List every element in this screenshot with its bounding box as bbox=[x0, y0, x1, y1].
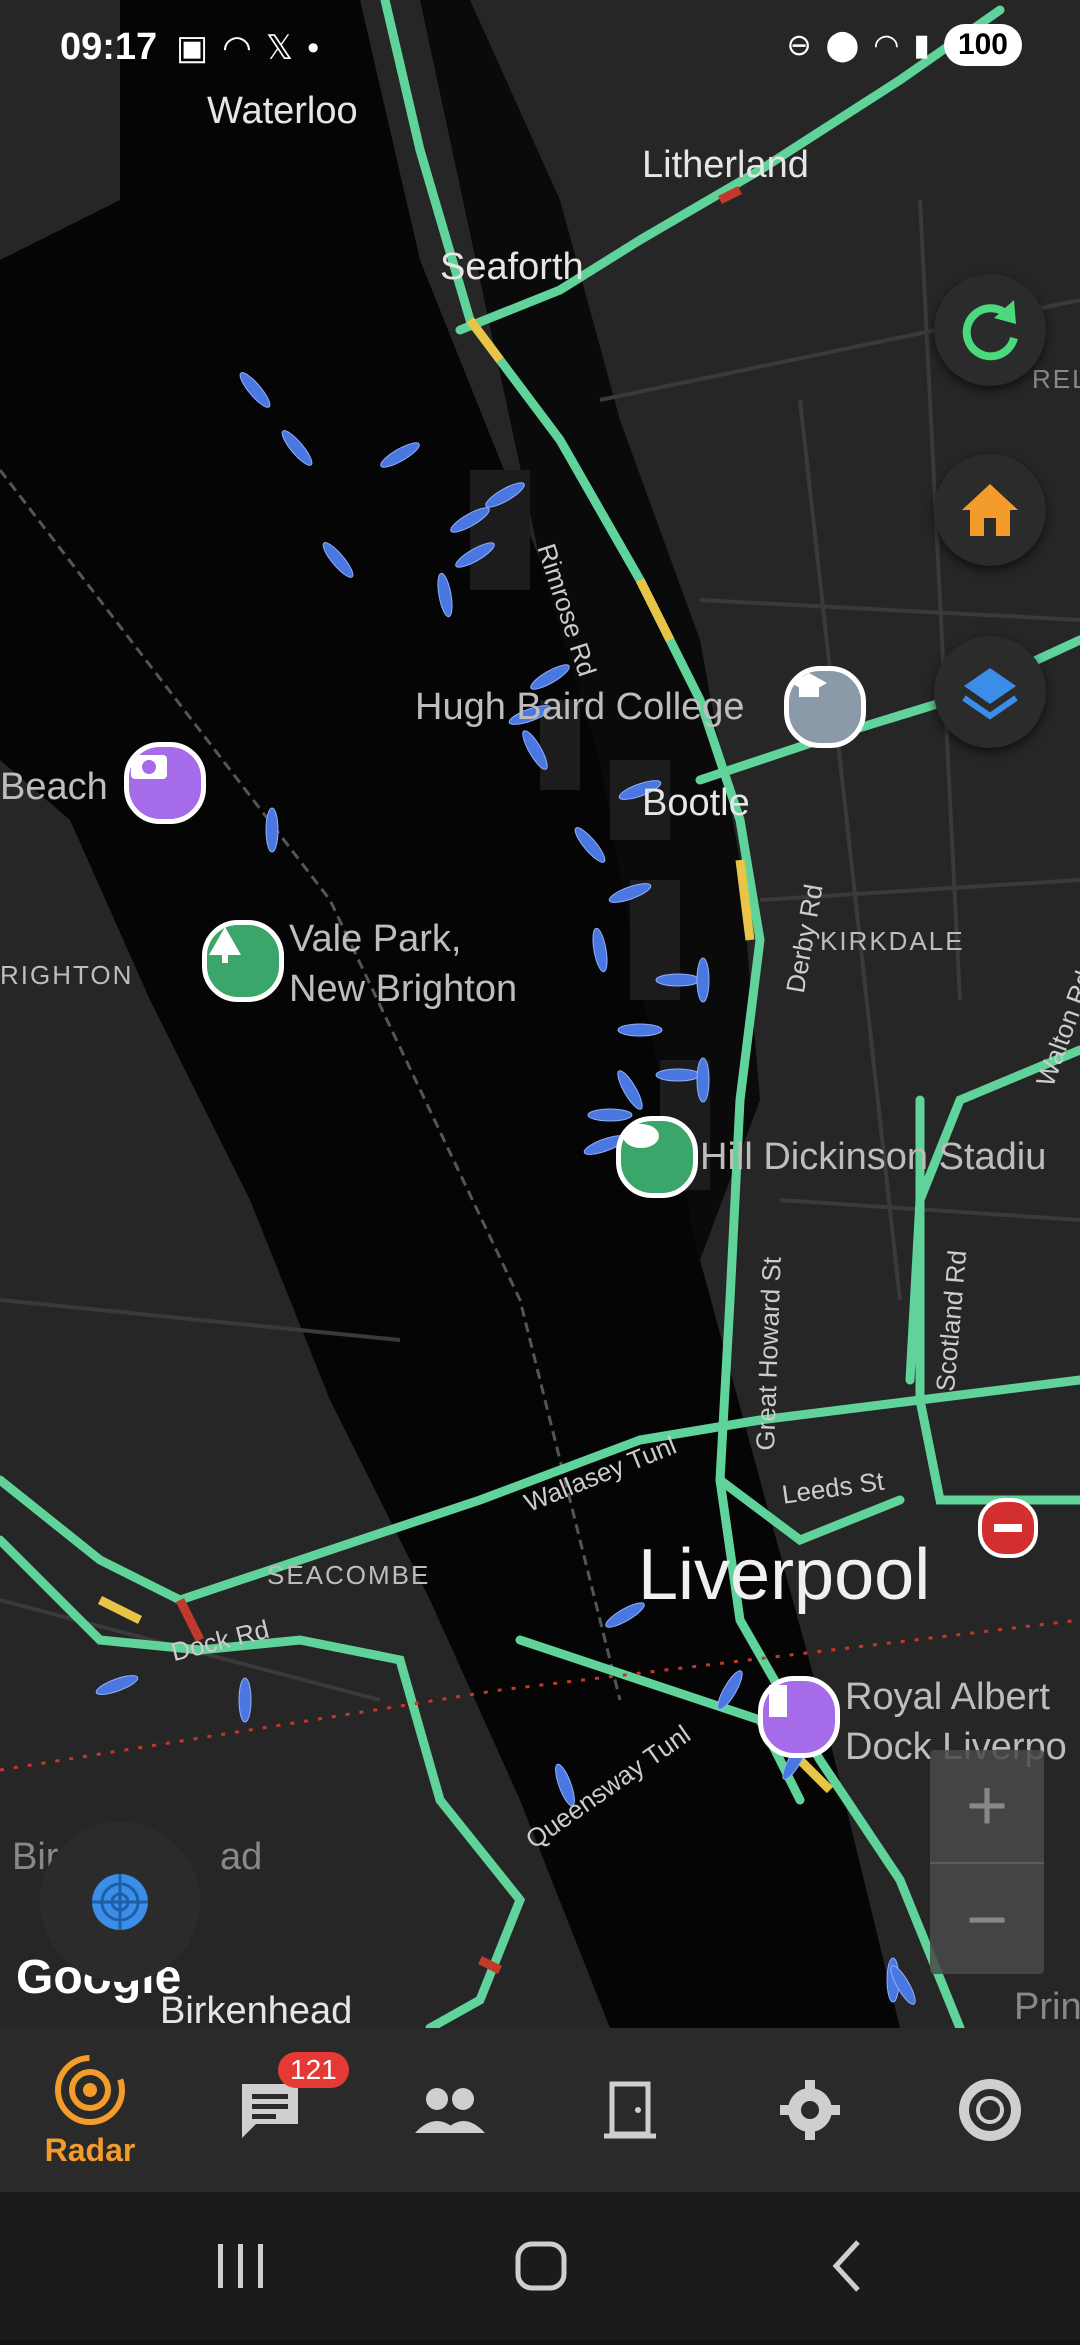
status-system-icons: ⊖ ⬤ ◠ ▮ 100 bbox=[787, 24, 1022, 66]
chat-icon bbox=[242, 2084, 298, 2138]
home-nav-button[interactable] bbox=[515, 2241, 567, 2291]
refresh-icon bbox=[962, 300, 1018, 361]
place-label: Bootle bbox=[642, 782, 750, 824]
place-label: Royal Albert bbox=[845, 1676, 1050, 1718]
place-label: ad bbox=[220, 1836, 263, 1878]
nav-door-tab[interactable] bbox=[540, 2028, 720, 2192]
place-label: Litherland bbox=[642, 144, 809, 186]
x-icon: 𝕏 bbox=[265, 29, 308, 67]
zoom-controls: + − bbox=[930, 1750, 1044, 1974]
camera-poi-icon[interactable] bbox=[124, 742, 206, 824]
nav-radar-tab[interactable]: Radar bbox=[0, 2028, 180, 2192]
bottom-navigation: Radar 121 bbox=[0, 2028, 1080, 2192]
layers-icon bbox=[962, 668, 1018, 720]
home-icon bbox=[962, 484, 1018, 536]
location-icon: ⬤ bbox=[825, 28, 860, 62]
nav-settings-tab[interactable] bbox=[720, 2028, 900, 2192]
screenshot-icon: ▣ bbox=[176, 29, 223, 67]
zoom-out-button[interactable]: − bbox=[930, 1864, 1044, 1976]
place-label: Hill Dickinson Stadiu bbox=[700, 1136, 1047, 1178]
wifi-icon: ◠ bbox=[873, 28, 900, 62]
zoom-in-button[interactable]: + bbox=[930, 1750, 1044, 1864]
refresh-button[interactable] bbox=[934, 274, 1046, 386]
nav-radar-label: Radar bbox=[44, 2131, 136, 2168]
map-view[interactable]: Waterloo Litherland Seaforth Hugh Baird … bbox=[0, 0, 1080, 2028]
place-label: SEACOMBE bbox=[267, 1560, 431, 1590]
gear-icon bbox=[780, 2080, 840, 2140]
dnd-icon: ⊖ bbox=[786, 28, 812, 62]
place-label: New Brighton bbox=[289, 968, 518, 1010]
lifebuoy-icon bbox=[959, 2079, 1021, 2141]
back-button[interactable] bbox=[832, 2240, 860, 2292]
people-icon bbox=[415, 2088, 485, 2133]
nav-people-tab[interactable] bbox=[360, 2028, 540, 2192]
stadium-poi-icon[interactable] bbox=[616, 1116, 698, 1198]
place-label: Seaforth bbox=[440, 246, 584, 288]
place-label: Beach bbox=[0, 766, 108, 808]
status-time: 09:17 bbox=[60, 26, 158, 68]
radar-icon bbox=[92, 1874, 148, 1930]
place-label: Birkenhead bbox=[160, 1990, 353, 2028]
no-entry-icon bbox=[978, 1498, 1038, 1558]
map-canvas bbox=[0, 0, 1080, 2028]
recents-button[interactable] bbox=[218, 2244, 263, 2288]
wifi-icon: ◠ bbox=[222, 29, 266, 67]
battery-indicator: 100 bbox=[943, 24, 1022, 66]
place-label: Vale Park, bbox=[289, 918, 462, 960]
nav-help-tab[interactable] bbox=[900, 2028, 1080, 2192]
radar-icon bbox=[55, 2054, 125, 2125]
dot-icon: • bbox=[307, 29, 334, 67]
layers-button[interactable] bbox=[934, 636, 1046, 748]
place-label: REL bbox=[1032, 364, 1080, 394]
signal-icon: ▮ bbox=[913, 28, 930, 62]
nav-messages-tab[interactable]: 121 bbox=[180, 2028, 360, 2192]
museum-poi-icon[interactable] bbox=[758, 1676, 840, 1758]
status-bar: 09:17 ▣◠𝕏• ⊖ ⬤ ◠ ▮ 100 bbox=[0, 0, 1080, 100]
system-navigation-bar bbox=[0, 2192, 1080, 2340]
school-poi-icon[interactable] bbox=[784, 666, 866, 748]
park-poi-icon[interactable] bbox=[202, 920, 284, 1002]
messages-badge: 121 bbox=[278, 2052, 349, 2088]
radar-center-button[interactable] bbox=[40, 1822, 200, 1982]
place-label: Prin bbox=[1014, 1986, 1080, 2028]
door-icon bbox=[604, 2081, 656, 2139]
status-notification-icons: ▣◠𝕏• bbox=[176, 28, 333, 68]
city-label: Liverpool bbox=[638, 1535, 931, 1615]
home-button[interactable] bbox=[934, 454, 1046, 566]
place-label: KIRKDALE bbox=[820, 926, 965, 956]
place-label: RIGHTON bbox=[0, 960, 134, 990]
place-label: Hugh Baird College bbox=[415, 686, 745, 728]
